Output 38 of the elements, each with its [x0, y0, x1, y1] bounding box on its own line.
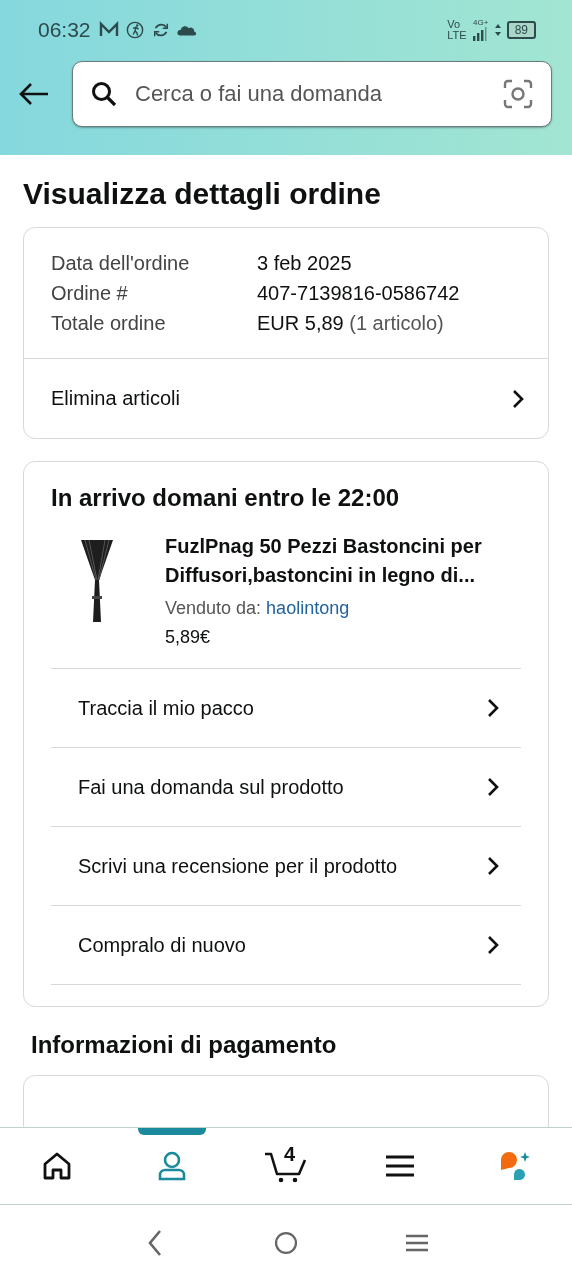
- order-field-label: Totale ordine: [51, 311, 167, 336]
- order-field-label: Ordine #: [51, 281, 129, 306]
- order-field-value: 3 feb 2025: [257, 251, 352, 276]
- chevron-right-icon: [487, 698, 499, 718]
- data-arrows-icon: [494, 24, 501, 36]
- delivery-heading: In arrivo domani entro le 22:00: [51, 484, 401, 512]
- search-input[interactable]: Cerca o fai una domanda: [133, 80, 487, 108]
- order-action-row[interactable]: Fai una domanda sul prodotto: [51, 747, 521, 826]
- camera-scan-icon[interactable]: [503, 79, 533, 109]
- signal-icon: [472, 27, 489, 41]
- payment-heading: Informazioni di pagamento: [31, 1031, 338, 1059]
- chevron-right-icon: [512, 388, 524, 409]
- product-price: 5,89€: [165, 627, 212, 648]
- seller-link[interactable]: haolintong: [266, 598, 350, 618]
- chevron-right-icon: [487, 777, 499, 797]
- order-field-label: Data dell'ordine: [51, 251, 191, 276]
- product-title[interactable]: FuzlPnag 50 Pezzi Bastoncini per Diffusori,bastoncini in legno di...: [165, 532, 521, 590]
- cart-button[interactable]: 4: [263, 1149, 308, 1183]
- mail-icon: [98, 21, 119, 39]
- seller-label: Venduto da:: [165, 598, 262, 618]
- chevron-right-icon: [487, 935, 499, 955]
- search-field[interactable]: Cerca o fai una domanda: [72, 61, 552, 127]
- order-action-row[interactable]: Traccia il mio pacco: [51, 668, 521, 747]
- battery-indicator: 89: [506, 21, 536, 39]
- order-action-row[interactable]: Scrivi una recensione per il prodotto: [51, 826, 521, 905]
- chevron-right-icon: [487, 856, 499, 876]
- page-title: Visualizza dettagli ordine: [23, 177, 382, 211]
- delete-items-row[interactable]: Elimina articoli: [24, 359, 548, 438]
- signal-type-label: 4G+: [472, 19, 489, 27]
- order-field-value: 407-7139816-0586742: [257, 281, 460, 306]
- order-field-value: EUR 5,89 (1 articolo): [257, 311, 444, 336]
- running-figure-icon: [124, 21, 145, 39]
- search-icon: [91, 81, 117, 107]
- status-time: 06:32: [38, 18, 91, 42]
- chat-bubbles-icon[interactable]: [498, 1150, 531, 1182]
- back-arrow-icon[interactable]: [18, 82, 50, 106]
- order-action-row[interactable]: Compralo di nuovo: [51, 905, 521, 985]
- network-type-label: Vo LTE: [447, 19, 467, 41]
